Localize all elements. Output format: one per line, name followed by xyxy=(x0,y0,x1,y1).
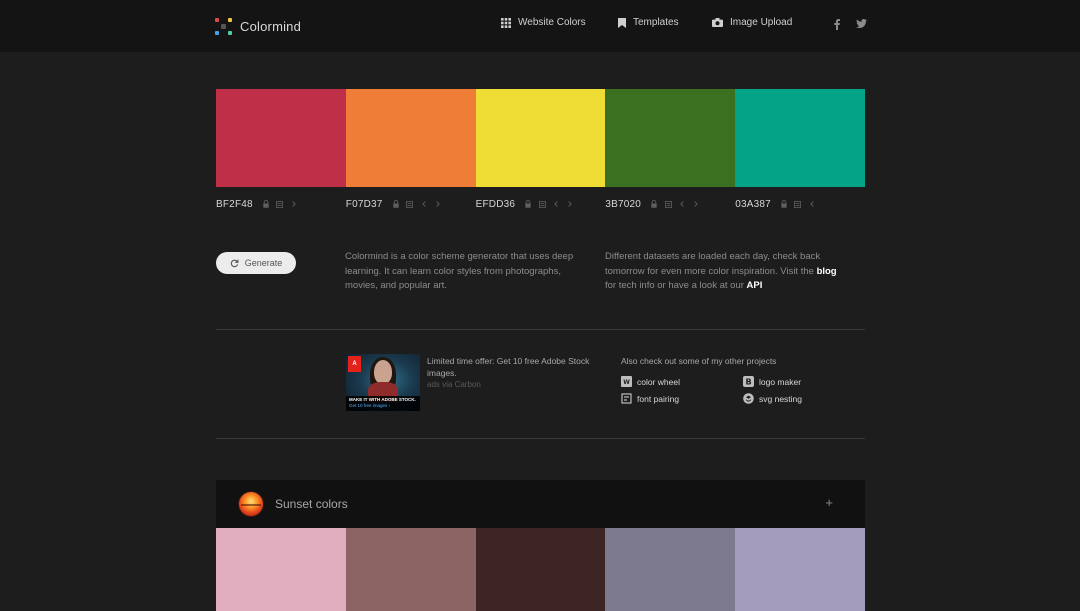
camera-icon xyxy=(712,18,723,27)
hex-code[interactable]: F07D37 xyxy=(346,199,383,210)
font-pairing-icon xyxy=(621,393,632,404)
arrow-left-icon[interactable] xyxy=(678,199,686,209)
swatch-controls: 03A387 xyxy=(735,197,865,211)
adjust-icon[interactable] xyxy=(406,199,414,209)
lock-icon[interactable] xyxy=(524,199,532,209)
project-color-wheel-label: color wheel xyxy=(637,376,680,387)
grid-icon xyxy=(501,17,511,28)
collection-swatch[interactable] xyxy=(216,528,346,611)
sunset-thumbnail-icon xyxy=(239,492,263,516)
arrow-right-icon[interactable] xyxy=(566,199,574,209)
hex-code[interactable]: BF2F48 xyxy=(216,199,253,210)
adjust-icon[interactable] xyxy=(664,199,672,209)
generate-label: Generate xyxy=(244,258,283,268)
arrow-left-icon[interactable] xyxy=(808,199,816,209)
collection-swatch[interactable] xyxy=(735,528,865,611)
main-palette xyxy=(216,89,865,187)
ad-text[interactable]: Limited time offer: Get 10 free Adobe St… xyxy=(427,355,597,379)
nav-image-upload[interactable]: Image Upload xyxy=(712,17,792,28)
other-projects-title: Also check out some of my other projects xyxy=(621,356,777,366)
collection-title: Sunset colors xyxy=(275,497,348,511)
project-logo-maker[interactable]: B logo maker xyxy=(743,376,801,387)
collection-header[interactable]: Sunset colors + xyxy=(216,480,865,528)
collection-swatch[interactable] xyxy=(605,528,736,611)
adjust-icon[interactable] xyxy=(794,199,802,209)
nav-website-colors-label: Website Colors xyxy=(518,17,586,28)
generate-button[interactable]: Generate xyxy=(216,252,296,274)
project-color-wheel[interactable]: W color wheel xyxy=(621,376,680,387)
collection-swatch[interactable] xyxy=(345,528,476,611)
hex-code[interactable]: 3B7020 xyxy=(605,199,641,210)
datasets-text: Different datasets are loaded each day, … xyxy=(605,250,845,294)
main-nav: Website Colors Templates Image Upload xyxy=(0,17,1080,35)
palette-swatch[interactable] xyxy=(345,89,476,187)
ad-image[interactable]: A MAKE IT WITH ADOBE STOCK. Get 10 free … xyxy=(346,354,420,411)
lock-icon[interactable] xyxy=(650,199,658,209)
hex-code[interactable]: EFDD36 xyxy=(476,199,516,210)
svg-text:W: W xyxy=(623,379,630,386)
nav-image-upload-label: Image Upload xyxy=(730,17,793,28)
collection-swatch[interactable] xyxy=(475,528,606,611)
arrow-right-icon[interactable] xyxy=(290,199,298,209)
adjust-icon[interactable] xyxy=(276,199,284,209)
intro-text: Colormind is a color scheme generator th… xyxy=(345,251,574,291)
arrow-left-icon[interactable] xyxy=(552,199,560,209)
lock-icon[interactable] xyxy=(780,199,788,209)
arrow-right-icon[interactable] xyxy=(434,199,442,209)
swatch-controls: F07D37 xyxy=(346,197,476,211)
swatch-controls: BF2F48 xyxy=(216,197,346,211)
twitter-link[interactable] xyxy=(856,19,867,28)
adjust-icon[interactable] xyxy=(538,199,546,209)
palette-swatch[interactable] xyxy=(475,89,606,187)
arrow-left-icon[interactable] xyxy=(420,199,428,209)
nav-templates-label: Templates xyxy=(633,17,679,28)
svg-nesting-icon xyxy=(743,393,754,404)
collection-palette xyxy=(216,528,865,611)
project-svg-nesting[interactable]: svg nesting xyxy=(743,393,802,404)
lock-icon[interactable] xyxy=(262,199,270,209)
top-navbar: Colormind Website Colors Templates Image… xyxy=(0,0,1080,52)
project-font-pairing[interactable]: font pairing xyxy=(621,393,679,404)
swatch-controls: 3B7020 xyxy=(605,197,735,211)
palette-swatch[interactable] xyxy=(605,89,736,187)
api-link[interactable]: API xyxy=(747,280,763,291)
hex-code[interactable]: 03A387 xyxy=(735,199,771,210)
nav-templates[interactable]: Templates xyxy=(618,17,679,28)
arrow-right-icon[interactable] xyxy=(692,199,700,209)
refresh-icon xyxy=(230,259,239,267)
ad-via-link[interactable]: ads via Carbon xyxy=(427,380,481,389)
palette-swatch[interactable] xyxy=(216,89,346,187)
palette-swatch[interactable] xyxy=(735,89,865,187)
divider xyxy=(216,329,865,330)
project-font-pairing-label: font pairing xyxy=(637,393,680,404)
project-logo-maker-label: logo maker xyxy=(759,376,802,387)
swatch-controls: EFDD36 xyxy=(476,197,606,211)
ad-caption: MAKE IT WITH ADOBE STOCK. Get 10 free im… xyxy=(346,396,420,411)
facebook-icon xyxy=(834,19,840,30)
logo-maker-icon: B xyxy=(743,376,754,387)
svg-text:B: B xyxy=(745,378,751,387)
bookmark-icon xyxy=(618,17,626,28)
project-svg-nesting-label: svg nesting xyxy=(759,393,802,404)
divider xyxy=(216,438,865,439)
lock-icon[interactable] xyxy=(392,199,400,209)
blog-link[interactable]: blog xyxy=(817,266,837,277)
twitter-icon xyxy=(856,19,867,28)
facebook-link[interactable] xyxy=(834,19,840,30)
expand-plus-icon[interactable]: + xyxy=(825,495,833,510)
color-wheel-icon: W xyxy=(621,376,632,387)
datasets-text-start: Different datasets are loaded each day, … xyxy=(605,251,821,277)
ad-caption-line2: Get 10 free images › xyxy=(349,403,391,408)
datasets-text-middle: for tech info or have a look at our xyxy=(605,280,747,291)
nav-website-colors[interactable]: Website Colors xyxy=(501,17,586,28)
adobe-logo-icon: A xyxy=(348,356,361,372)
palette-codes: BF2F48 F07D37 EFDD36 3B7020 03A387 xyxy=(216,197,865,211)
